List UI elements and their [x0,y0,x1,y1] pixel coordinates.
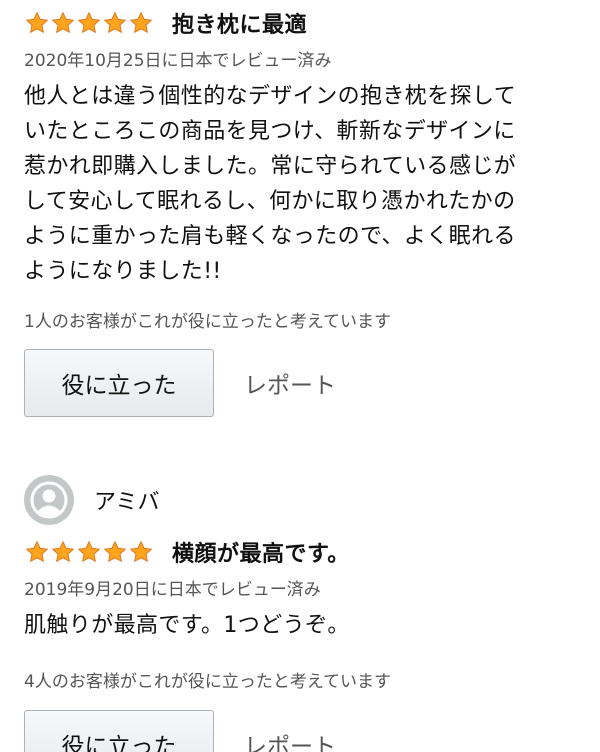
review-card: 抱き枕に最適 2020年10月25日に日本でレビュー済み 他人とは違う個性的なデ… [24,6,584,289]
star-icon [25,540,49,563]
star-icon [129,540,153,563]
review-body-line: して安心して眠れるし、何かに取り憑かれたかの [24,189,516,214]
star-icon [103,540,127,563]
helpful-count-row: 1人のお客様がこれが役に立ったと考えています [24,307,584,332]
star-rating[interactable] [24,11,154,35]
helpful-count: 4人のお客様がこれが役に立ったと考えています [24,672,391,692]
star-icon [103,11,127,34]
review-card: 横顔が最高です。 2019年9月20日に日本でレビュー済み 肌触りが最高です。1… [24,535,584,643]
report-link[interactable]: レポート [244,727,336,752]
star-icon [77,540,101,563]
review-date: 2020年10月25日に日本でレビュー済み [24,51,332,71]
avatar-icon[interactable] [24,475,74,525]
star-icon [129,11,153,34]
review-body-line: 惹かれ即購入しました。常に守られている感じが [24,154,517,179]
star-icon [51,11,75,34]
star-rating[interactable] [24,540,154,564]
review-date: 2019年9月20日に日本でレビュー済み [24,580,321,600]
helpful-button[interactable]: 役に立った [24,710,214,752]
reviews-page: 抱き枕に最適 2020年10月25日に日本でレビュー済み 他人とは違う個性的なデ… [0,0,600,752]
review-title-row: 抱き枕に最適 [24,6,584,40]
reviewer-name[interactable]: アミバ [94,484,160,516]
star-icon [51,540,75,563]
review-actions: 役に立った レポート [24,349,584,417]
review-title-row: 横顔が最高です。 [24,535,584,569]
review-title[interactable]: 抱き枕に最適 [172,7,307,39]
star-icon [25,11,49,34]
review-body: 肌触りが最高です。1つどうぞ。 [24,608,584,643]
review-body-line: 他人とは違う個性的なデザインの抱き枕を探して [24,84,517,109]
reviewer-profile: アミバ [24,475,584,525]
review-title[interactable]: 横顔が最高です。 [172,536,350,568]
star-icon [77,11,101,34]
review-body-line: ように重かった肩も軽くなったので、よく眠れる [24,224,516,249]
helpful-count-row: 4人のお客様がこれが役に立ったと考えています [24,667,584,692]
report-link[interactable]: レポート [244,366,336,400]
review-body-line: 肌触りが最高です。1つどうぞ。 [24,613,350,638]
review-body-line: いたところこの商品を見つけ、斬新なデザインに [24,119,516,144]
helpful-button[interactable]: 役に立った [24,349,214,417]
helpful-count: 1人のお客様がこれが役に立ったと考えています [24,312,391,332]
review-body: 他人とは違う個性的なデザインの抱き枕を探して いたところこの商品を見つけ、斬新な… [24,79,584,289]
review-actions: 役に立った レポート [24,710,584,752]
review-body-line: ようになりました!! [24,259,222,284]
